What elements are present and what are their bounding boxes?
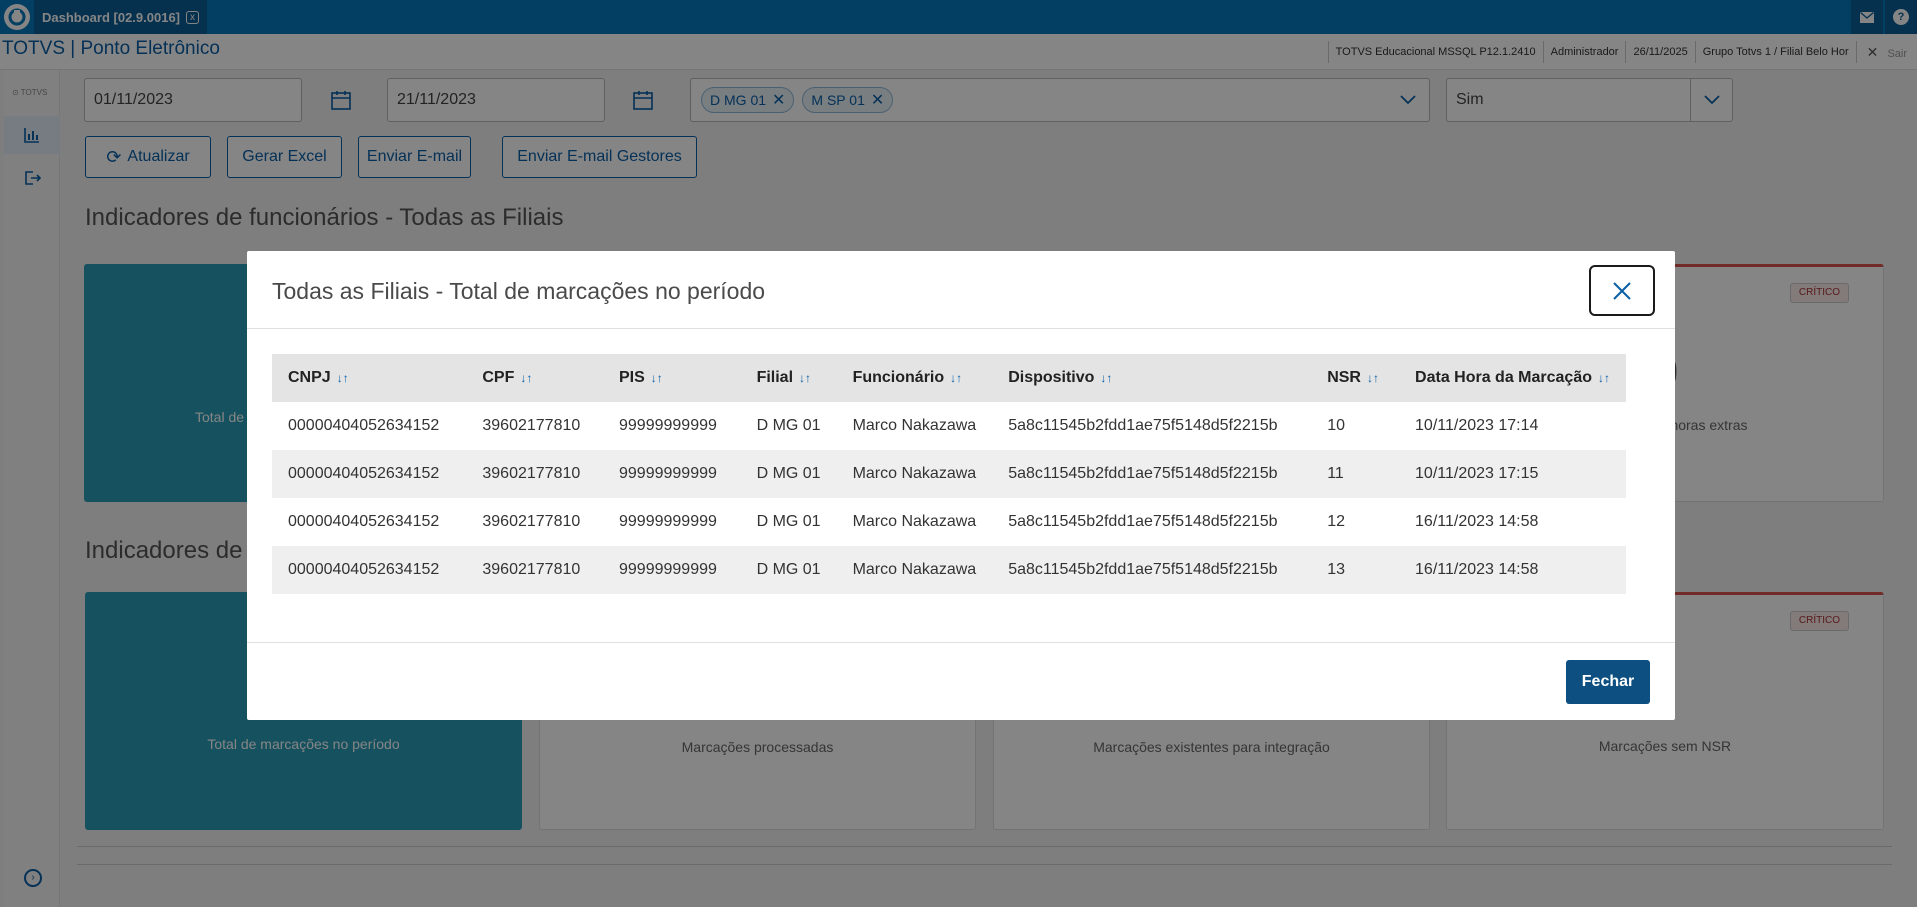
modal-header: Todas as Filiais - Total de marcações no… bbox=[247, 251, 1675, 329]
cell-nsr: 11 bbox=[1327, 465, 1344, 482]
column-header-filial[interactable]: Filial ↓↑ bbox=[741, 354, 837, 402]
sort-icon[interactable]: ↓↑ bbox=[1100, 371, 1112, 385]
cell-cpf: 39602177810 bbox=[482, 465, 581, 482]
sort-icon[interactable]: ↓↑ bbox=[651, 371, 663, 385]
cell-dispositivo: 5a8c11545b2fdd1ae75f5148d5f2215b bbox=[1008, 465, 1278, 482]
cell-pis: 99999999999 bbox=[619, 561, 717, 578]
close-icon bbox=[1613, 281, 1631, 300]
column-header-data-hora[interactable]: Data Hora da Marcação ↓↑ bbox=[1399, 354, 1626, 402]
cell-funcionario: Marco Nakazawa bbox=[852, 561, 977, 578]
table-row[interactable]: 00000404052634152 39602177810 9999999999… bbox=[272, 498, 1626, 546]
sort-icon[interactable]: ↓↑ bbox=[337, 371, 349, 385]
sort-icon[interactable]: ↓↑ bbox=[799, 371, 811, 385]
details-modal: Todas as Filiais - Total de marcações no… bbox=[247, 251, 1675, 720]
column-header-nsr[interactable]: NSR ↓↑ bbox=[1311, 354, 1399, 402]
column-header-pis[interactable]: PIS ↓↑ bbox=[603, 354, 741, 402]
cell-data-hora: 16/11/2023 14:58 bbox=[1415, 561, 1539, 578]
column-header-cpf[interactable]: CPF ↓↑ bbox=[466, 354, 603, 402]
modal-footer-divider bbox=[247, 642, 1675, 643]
cell-nsr: 10 bbox=[1327, 417, 1345, 434]
cell-pis: 99999999999 bbox=[619, 417, 717, 434]
cell-cnpj: 00000404052634152 bbox=[288, 561, 440, 578]
sort-icon[interactable]: ↓↑ bbox=[520, 371, 532, 385]
cell-pis: 99999999999 bbox=[619, 465, 717, 482]
cell-data-hora: 16/11/2023 14:58 bbox=[1415, 513, 1539, 530]
cell-cnpj: 00000404052634152 bbox=[288, 417, 440, 434]
cell-cpf: 39602177810 bbox=[482, 561, 581, 578]
cell-cnpj: 00000404052634152 bbox=[288, 513, 440, 530]
table-row[interactable]: 00000404052634152 39602177810 9999999999… bbox=[272, 546, 1626, 594]
marks-table: CNPJ ↓↑ CPF ↓↑ PIS ↓↑ Filial ↓↑ Funcionário ↓… bbox=[272, 354, 1626, 594]
cell-dispositivo: 5a8c11545b2fdd1ae75f5148d5f2215b bbox=[1008, 561, 1278, 578]
cell-funcionario: Marco Nakazawa bbox=[852, 513, 977, 530]
modal-close-button[interactable] bbox=[1589, 265, 1655, 316]
cell-nsr: 12 bbox=[1327, 513, 1345, 530]
sort-icon[interactable]: ↓↑ bbox=[1367, 371, 1379, 385]
table-row[interactable]: 00000404052634152 39602177810 9999999999… bbox=[272, 450, 1626, 498]
sort-icon[interactable]: ↓↑ bbox=[950, 371, 962, 385]
column-header-dispositivo[interactable]: Dispositivo ↓↑ bbox=[992, 354, 1311, 402]
cell-pis: 99999999999 bbox=[619, 513, 717, 530]
modal-title: Todas as Filiais - Total de marcações no… bbox=[272, 278, 766, 304]
cell-dispositivo: 5a8c11545b2fdd1ae75f5148d5f2215b bbox=[1008, 513, 1278, 530]
cell-filial: D MG 01 bbox=[756, 513, 821, 530]
column-header-funcionario[interactable]: Funcionário ↓↑ bbox=[837, 354, 993, 402]
cell-cpf: 39602177810 bbox=[482, 417, 581, 434]
table-header-row: CNPJ ↓↑ CPF ↓↑ PIS ↓↑ Filial ↓↑ Funcionário ↓… bbox=[272, 354, 1626, 402]
cell-data-hora: 10/11/2023 17:14 bbox=[1415, 417, 1539, 434]
cell-filial: D MG 01 bbox=[756, 417, 821, 434]
cell-dispositivo: 5a8c11545b2fdd1ae75f5148d5f2215b bbox=[1008, 417, 1278, 434]
cell-funcionario: Marco Nakazawa bbox=[852, 417, 977, 434]
cell-nsr: 13 bbox=[1327, 561, 1345, 578]
sort-icon[interactable]: ↓↑ bbox=[1598, 371, 1610, 385]
cell-filial: D MG 01 bbox=[756, 465, 821, 482]
close-button[interactable]: Fechar bbox=[1566, 660, 1650, 704]
table-row[interactable]: 00000404052634152 39602177810 9999999999… bbox=[272, 402, 1626, 450]
cell-cpf: 39602177810 bbox=[482, 513, 581, 530]
cell-filial: D MG 01 bbox=[756, 561, 821, 578]
cell-funcionario: Marco Nakazawa bbox=[852, 465, 977, 482]
column-header-cnpj[interactable]: CNPJ ↓↑ bbox=[272, 354, 466, 402]
cell-data-hora: 10/11/2023 17:15 bbox=[1415, 465, 1539, 482]
cell-cnpj: 00000404052634152 bbox=[288, 465, 440, 482]
